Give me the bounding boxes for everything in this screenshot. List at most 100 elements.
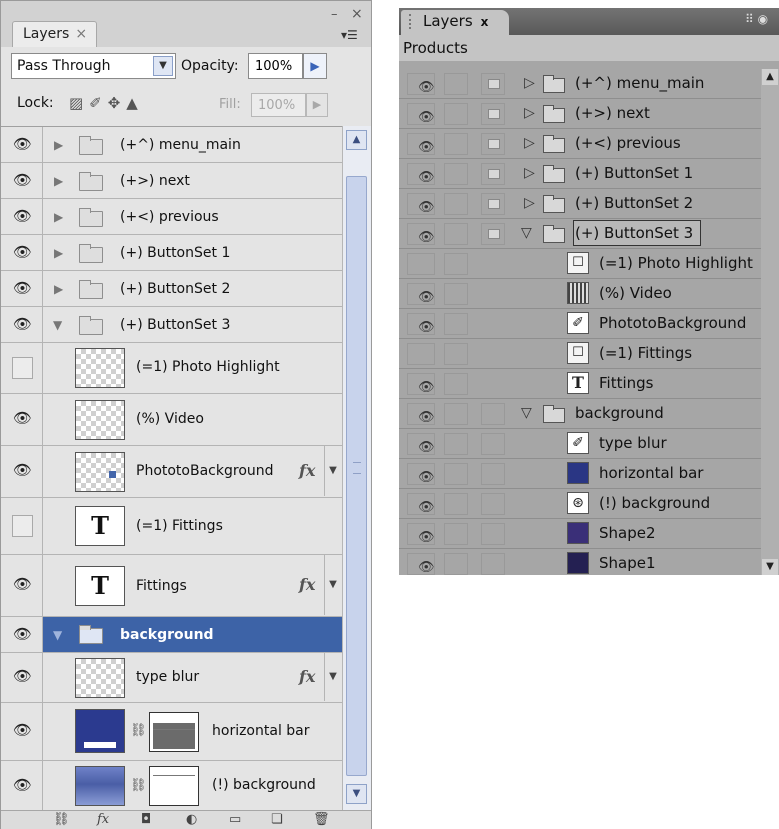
eye-icon[interactable]: 👁 — [418, 230, 435, 245]
eye-icon[interactable]: 👁 — [13, 171, 32, 189]
eye-icon[interactable]: 👁 — [13, 315, 32, 333]
scroll-down-icon[interactable]: ▼ — [346, 784, 367, 804]
expand-triangle-icon[interactable]: ▷ — [524, 75, 535, 91]
layer-row[interactable]: 👁 ⛓ (!) background — [1, 761, 342, 811]
drag-grip-icon[interactable] — [409, 14, 415, 29]
layer-row[interactable]: 👁 (%) Video — [1, 394, 342, 446]
visibility-cell[interactable]: 👁 — [407, 493, 435, 515]
opacity-slider-arrow-icon[interactable]: ▶ — [303, 53, 327, 79]
effects-fx-icon[interactable]: fx — [299, 575, 315, 594]
visibility-cell[interactable]: 👁 — [407, 313, 435, 335]
eye-icon[interactable]: 👁 — [418, 530, 435, 545]
opacity-input[interactable]: 100% — [248, 53, 303, 79]
eye-icon[interactable]: 👁 — [13, 776, 32, 794]
visibility-cell[interactable] — [407, 343, 435, 365]
collapse-triangle-icon[interactable]: ▽ — [521, 225, 532, 241]
collapse-triangle-icon[interactable]: ▽ — [521, 405, 532, 421]
new-group-icon[interactable]: ▭ — [229, 812, 241, 827]
visibility-cell[interactable]: 👁 — [1, 235, 43, 270]
visibility-cell[interactable] — [1, 498, 43, 554]
layer-row[interactable]: T (=1) Fittings — [1, 498, 342, 555]
tab-close-icon[interactable]: x — [481, 15, 489, 29]
effects-fx-icon[interactable]: fx — [299, 461, 315, 480]
visibility-cell[interactable]: 👁 — [1, 761, 43, 811]
layer-row[interactable]: 👁 ▷ (+<) previous — [399, 129, 761, 159]
eye-icon[interactable]: 👁 — [13, 207, 32, 225]
layer-row[interactable]: 👁 T Fittings — [399, 369, 761, 399]
eye-icon[interactable]: 👁 — [13, 279, 32, 297]
visibility-cell[interactable]: 👁 — [407, 133, 435, 155]
layer-row[interactable]: ☐ (=1) Photo Highlight — [399, 249, 761, 279]
visibility-cell[interactable]: 👁 — [1, 446, 43, 497]
visibility-cell[interactable]: 👁 — [407, 433, 435, 455]
page-cell[interactable] — [481, 163, 505, 185]
layer-row[interactable]: 👁 (%) Video — [399, 279, 761, 309]
eye-icon[interactable]: 👁 — [418, 290, 435, 305]
page-cell[interactable] — [481, 403, 505, 425]
adjustment-layer-icon[interactable]: ◐ — [186, 812, 197, 827]
eye-icon[interactable]: 👁 — [418, 500, 435, 515]
eye-icon[interactable]: 👁 — [418, 80, 435, 95]
add-mask-icon[interactable]: ◘ — [141, 812, 151, 827]
visibility-cell[interactable]: 👁 — [407, 463, 435, 485]
visibility-cell[interactable]: 👁 — [1, 271, 43, 306]
link-layers-icon[interactable]: ⛓ — [53, 812, 70, 827]
layer-row[interactable]: 👁 ▶ (+) ButtonSet 2 — [1, 271, 342, 307]
eye-icon[interactable]: 👁 — [13, 625, 32, 643]
expand-triangle-icon[interactable]: ▶ — [54, 138, 63, 152]
eye-icon[interactable]: 👁 — [418, 110, 435, 125]
layer-row[interactable]: 👁 ▷ (+^) menu_main — [399, 69, 761, 99]
eye-icon[interactable]: 👁 — [418, 410, 435, 425]
collapse-triangle-icon[interactable]: ▼ — [53, 628, 62, 642]
trash-icon[interactable]: 🗑 — [313, 812, 330, 827]
hidden-visibility-box[interactable] — [12, 357, 33, 379]
effects-expand-icon[interactable]: ▼ — [324, 446, 341, 496]
layers-scrollbar[interactable]: ▲ ▼ — [342, 126, 371, 810]
layer-row[interactable]: 👁 ▶ (+) ButtonSet 1 — [1, 235, 342, 271]
layer-row[interactable]: 👁 horizontal bar — [399, 459, 761, 489]
layer-row[interactable]: 👁 ▷ (+>) next — [399, 99, 761, 129]
layer-row[interactable]: 👁 ✐ type blur — [399, 429, 761, 459]
expand-triangle-icon[interactable]: ▶ — [54, 246, 63, 260]
eye-icon[interactable]: 👁 — [418, 200, 435, 215]
lock-cell[interactable] — [444, 433, 468, 455]
layer-row[interactable]: 👁 Shape2 — [399, 519, 761, 549]
visibility-cell[interactable]: 👁 — [1, 617, 43, 652]
visibility-cell[interactable]: 👁 — [1, 703, 43, 760]
visibility-cell[interactable]: 👁 — [407, 373, 435, 395]
effects-expand-icon[interactable]: ▼ — [324, 653, 341, 701]
lock-cell[interactable] — [444, 493, 468, 515]
visibility-cell[interactable]: 👁 — [407, 523, 435, 545]
lock-cell[interactable] — [444, 133, 468, 155]
page-cell[interactable] — [481, 493, 505, 515]
layer-row[interactable]: 👁 Shape1 — [399, 549, 761, 579]
visibility-cell[interactable]: 👁 — [1, 199, 43, 234]
lock-cell[interactable] — [444, 343, 468, 365]
visibility-cell[interactable]: 👁 — [407, 73, 435, 95]
eye-icon[interactable]: 👁 — [418, 470, 435, 485]
lock-cell[interactable] — [444, 103, 468, 125]
expand-triangle-icon[interactable]: ▶ — [54, 282, 63, 296]
visibility-cell[interactable]: 👁 — [407, 163, 435, 185]
eye-icon[interactable]: 👁 — [418, 140, 435, 155]
add-style-icon[interactable]: fx — [97, 812, 109, 827]
layer-row[interactable]: 👁 ✐ PhototoBackground — [399, 309, 761, 339]
visibility-cell[interactable]: 👁 — [407, 403, 435, 425]
layer-row[interactable]: 👁 T Fittings fx ▼ — [1, 555, 342, 617]
layer-row[interactable]: 👁 ▼ (+) ButtonSet 3 — [1, 307, 342, 343]
lock-cell[interactable] — [444, 523, 468, 545]
tab-layers[interactable]: Layers × — [12, 21, 97, 47]
lock-cell[interactable] — [444, 463, 468, 485]
lock-cell[interactable] — [444, 253, 468, 275]
lock-cell[interactable] — [444, 553, 468, 575]
scroll-thumb[interactable] — [346, 176, 367, 776]
visibility-cell[interactable]: 👁 — [407, 193, 435, 215]
eye-icon[interactable]: 👁 — [13, 667, 32, 685]
lock-cell[interactable] — [444, 313, 468, 335]
page-cell[interactable] — [481, 133, 505, 155]
layer-row[interactable]: 👁 ⛓ horizontal bar — [1, 703, 342, 761]
expand-triangle-icon[interactable]: ▷ — [524, 105, 535, 121]
layer-row[interactable]: 👁 ▶ (+<) previous — [1, 199, 342, 235]
effects-expand-icon[interactable]: ▼ — [324, 555, 341, 615]
eye-icon[interactable]: 👁 — [418, 380, 435, 395]
